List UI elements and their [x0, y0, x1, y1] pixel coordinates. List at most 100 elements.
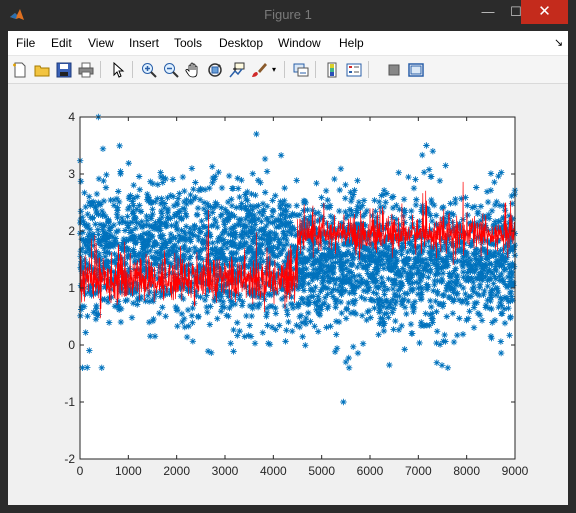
scatter-point — [124, 206, 132, 213]
scatter-point — [269, 219, 276, 227]
rotate-3d-icon[interactable] — [205, 60, 224, 79]
scatter-point — [231, 242, 238, 249]
scatter-point — [395, 269, 402, 277]
scatter-point — [104, 235, 112, 242]
scatter-point — [125, 160, 132, 167]
plot-canvas[interactable]: 0 1000 2000 3000 4000 5000 6000 7000 8000 9000 -2… — [8, 84, 568, 505]
scatter-point — [150, 225, 158, 233]
scatter-point — [206, 321, 214, 328]
scatter-point — [382, 243, 389, 251]
scatter-point — [465, 315, 472, 322]
scatter-point — [284, 228, 292, 235]
close-button[interactable]: ✕ — [521, 0, 568, 24]
x-tick-label: 4000 — [260, 464, 287, 478]
figure-window: Figure 1 — ☐ ✕ File Edit View Insert Too… — [0, 0, 576, 513]
scatter-point — [469, 279, 477, 286]
scatter-point — [293, 177, 300, 184]
menu-tools[interactable]: Tools — [174, 36, 202, 50]
scatter-point — [242, 191, 249, 198]
zoom-out-icon[interactable] — [161, 60, 180, 79]
scatter-point — [225, 214, 232, 222]
scatter-point — [444, 364, 452, 371]
figure-canvas: 0 1000 2000 3000 4000 5000 6000 7000 8000 9000 -2… — [8, 84, 568, 505]
scatter-point — [93, 190, 101, 198]
scatter-point — [476, 248, 484, 255]
new-figure-icon[interactable] — [10, 60, 29, 79]
scatter-point — [276, 238, 284, 246]
open-file-icon[interactable] — [32, 60, 51, 79]
scatter-point — [285, 318, 292, 326]
scatter-point — [204, 240, 211, 247]
scatter-point — [77, 178, 85, 185]
scatter-point — [361, 210, 369, 217]
scatter-point — [322, 253, 329, 261]
x-tick-label: 1000 — [115, 464, 142, 478]
figure-client-area: File Edit View Insert Tools Desktop Wind… — [8, 31, 568, 505]
x-tick-label: 2000 — [163, 464, 190, 478]
title-bar[interactable]: Figure 1 — ☐ ✕ — [0, 0, 576, 31]
scatter-point — [99, 226, 106, 233]
scatter-point — [321, 244, 328, 252]
x-tick-label: 6000 — [357, 464, 384, 478]
scatter-point — [359, 340, 367, 347]
menu-help[interactable]: Help — [339, 36, 364, 50]
menu-desktop[interactable]: Desktop — [219, 36, 263, 50]
scatter-point — [474, 210, 481, 217]
x-tick-label: 3000 — [212, 464, 239, 478]
brush-dropdown-icon[interactable]: ▾ — [269, 60, 279, 79]
scatter-point — [500, 255, 508, 263]
insert-colorbar-icon[interactable] — [322, 60, 341, 79]
edit-plot-icon[interactable] — [108, 60, 127, 79]
zoom-in-icon[interactable] — [139, 60, 158, 79]
menu-bar: File Edit View Insert Tools Desktop Wind… — [8, 31, 568, 56]
scatter-point — [488, 207, 496, 215]
scatter-point — [137, 208, 145, 215]
scatter-point — [330, 215, 337, 222]
scatter-point — [373, 290, 380, 298]
scatter-point — [99, 145, 107, 153]
menu-insert[interactable]: Insert — [129, 36, 159, 50]
link-plot-icon[interactable] — [291, 60, 310, 79]
scatter-point — [161, 240, 169, 248]
scatter-point — [412, 176, 419, 183]
scatter-point — [403, 310, 410, 318]
scatter-point — [261, 189, 269, 196]
scatter-point — [135, 173, 143, 180]
show-plot-tools-icon[interactable] — [406, 60, 425, 79]
scatter-point — [495, 172, 502, 180]
toolbar-separator — [368, 61, 369, 78]
menu-edit[interactable]: Edit — [51, 36, 72, 50]
menu-window[interactable]: Window — [278, 36, 321, 50]
scatter-point — [156, 216, 163, 223]
scatter-point — [155, 255, 163, 262]
menu-file[interactable]: File — [16, 36, 35, 50]
minimize-button[interactable]: — — [474, 0, 502, 24]
scatter-point — [371, 197, 378, 204]
scatter-point — [436, 300, 444, 308]
x-tick-label: 5000 — [308, 464, 335, 478]
scatter-point — [291, 226, 298, 233]
scatter-point — [484, 296, 491, 304]
scatter-point — [120, 247, 127, 254]
scatter-point — [450, 269, 457, 277]
data-cursor-icon[interactable] — [227, 60, 246, 79]
scatter-point — [181, 242, 188, 249]
scatter-point — [277, 152, 285, 159]
scatter-point — [230, 326, 237, 334]
brush-icon[interactable] — [249, 60, 268, 79]
toolbar-separator — [132, 61, 133, 78]
hide-plot-tools-icon[interactable] — [384, 60, 403, 79]
toolbar-separator — [284, 61, 285, 78]
y-tick-label: -1 — [64, 395, 75, 409]
print-icon[interactable] — [76, 60, 95, 79]
insert-legend-icon[interactable] — [344, 60, 363, 79]
scatter-point — [103, 171, 110, 178]
save-icon[interactable] — [54, 60, 73, 79]
pan-icon[interactable] — [183, 60, 202, 79]
scatter-point — [189, 338, 197, 345]
menu-view[interactable]: View — [88, 36, 114, 50]
scatter-point — [84, 246, 92, 254]
scatter-point — [93, 302, 100, 310]
y-tick-label: 2 — [68, 224, 75, 238]
menu-overflow-icon[interactable]: ↘ — [554, 36, 563, 49]
